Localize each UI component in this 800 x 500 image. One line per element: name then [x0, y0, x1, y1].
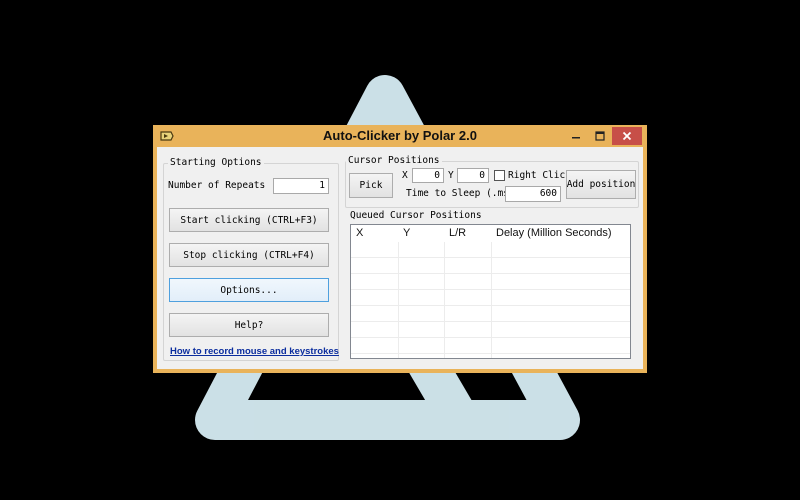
- column-divider: [398, 242, 399, 358]
- row-divider: [351, 353, 630, 354]
- row-divider: [351, 289, 630, 290]
- x-label: X: [402, 170, 408, 181]
- maximize-icon: [595, 131, 605, 141]
- minimize-icon: [572, 137, 580, 139]
- pick-button[interactable]: Pick: [349, 173, 393, 198]
- right-click-checkbox[interactable]: [494, 170, 505, 181]
- stop-clicking-button[interactable]: Stop clicking (CTRL+F4): [169, 243, 329, 267]
- cursor-positions-label: Cursor Positions: [346, 155, 442, 166]
- y-input[interactable]: 0: [457, 168, 489, 183]
- x-input[interactable]: 0: [412, 168, 444, 183]
- row-divider: [351, 273, 630, 274]
- minimize-button[interactable]: [565, 127, 587, 145]
- row-divider: [351, 337, 630, 338]
- help-button[interactable]: Help?: [169, 313, 329, 337]
- right-click-label: Right Click: [508, 170, 571, 181]
- column-x[interactable]: X: [356, 227, 363, 239]
- queue-listview[interactable]: X Y L/R Delay (Million Seconds): [350, 224, 631, 359]
- starting-options-label: Starting Options: [168, 157, 264, 168]
- queue-label: Queued Cursor Positions: [350, 210, 482, 221]
- record-help-link[interactable]: How to record mouse and keystrokes: [170, 346, 339, 357]
- options-button[interactable]: Options...: [169, 278, 329, 302]
- add-position-button[interactable]: Add position: [566, 170, 636, 199]
- row-divider: [351, 305, 630, 306]
- repeats-input[interactable]: 1: [273, 178, 329, 194]
- maximize-button[interactable]: [589, 127, 611, 145]
- column-delay[interactable]: Delay (Million Seconds): [496, 227, 612, 239]
- queue-header: X Y L/R Delay (Million Seconds): [351, 225, 630, 242]
- column-y[interactable]: Y: [403, 227, 410, 239]
- window-client: Starting Options Number of Repeats 1 Sta…: [157, 147, 643, 369]
- y-label: Y: [448, 170, 454, 181]
- sleep-label: Time to Sleep (.ms): [406, 188, 515, 199]
- start-clicking-button[interactable]: Start clicking (CTRL+F3): [169, 208, 329, 232]
- title-bar[interactable]: Auto-Clicker by Polar 2.0: [153, 125, 647, 147]
- column-divider: [444, 242, 445, 358]
- row-divider: [351, 321, 630, 322]
- close-icon: [622, 131, 632, 141]
- sleep-input[interactable]: 600: [505, 186, 561, 202]
- app-window: Auto-Clicker by Polar 2.0 Starting Optio…: [153, 125, 647, 373]
- repeats-label: Number of Repeats: [168, 180, 266, 191]
- column-lr[interactable]: L/R: [449, 227, 466, 239]
- row-divider: [351, 257, 630, 258]
- column-divider: [491, 242, 492, 358]
- close-button[interactable]: [612, 127, 642, 145]
